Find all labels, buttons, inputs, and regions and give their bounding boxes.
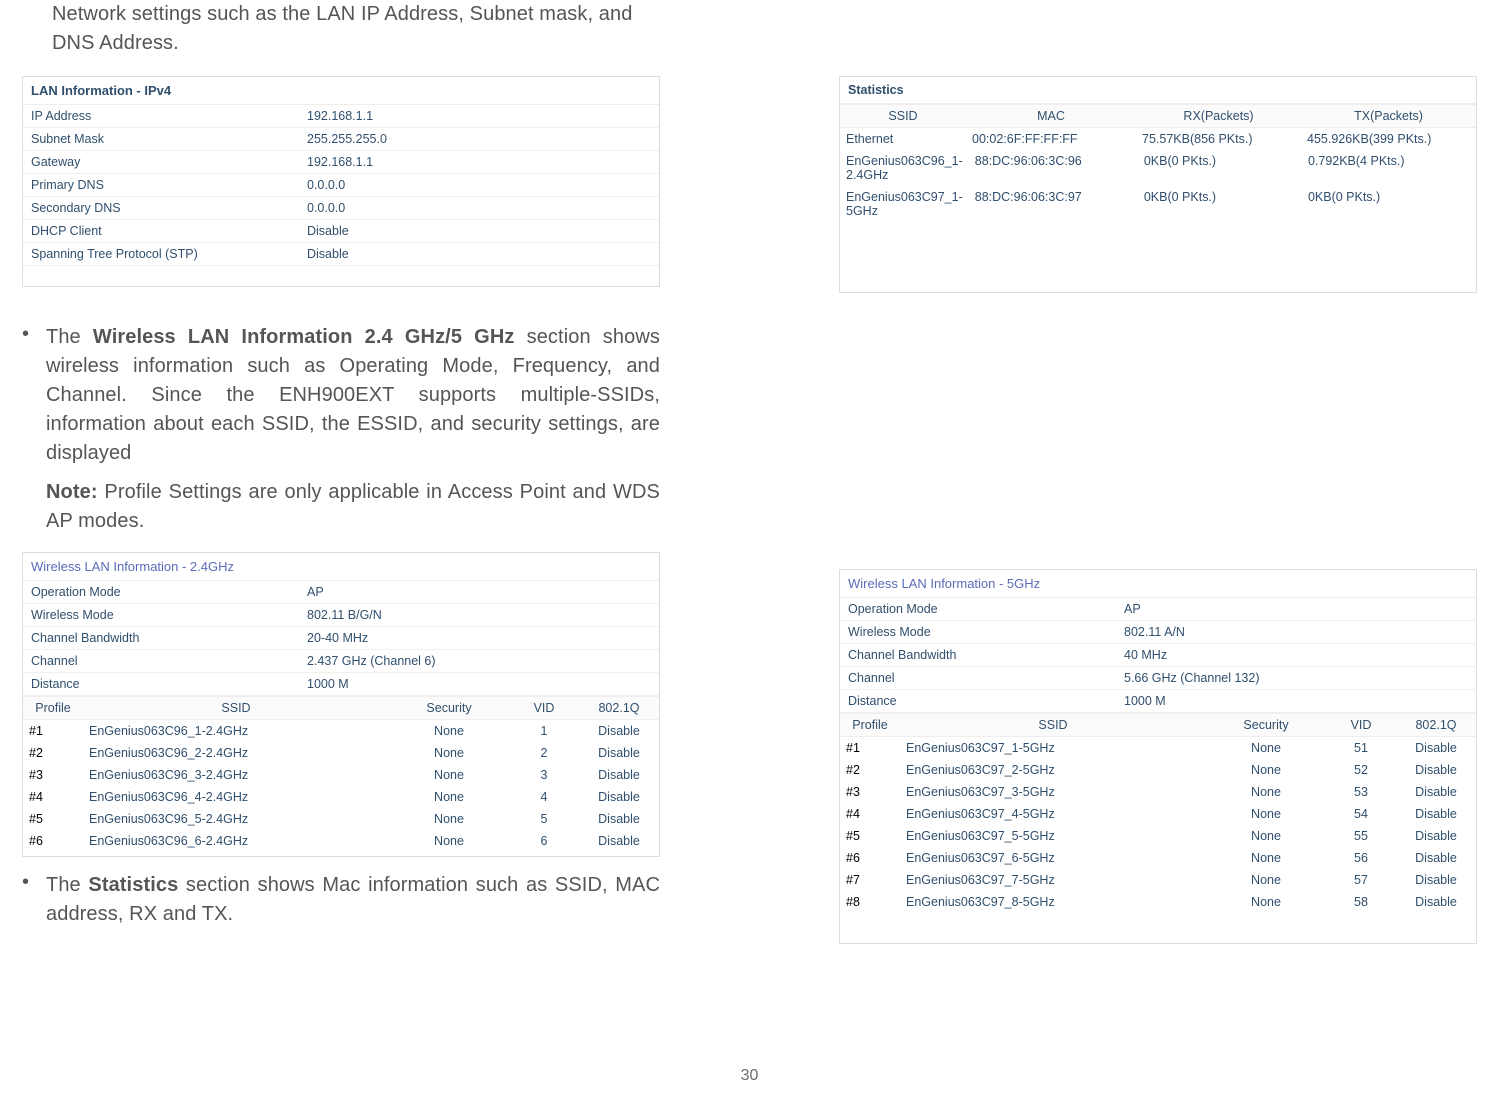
wlan5-profile-row: #5EnGenius063C97_5-5GHzNone55Disable — [840, 825, 1476, 847]
wlan5-profile-row: #2EnGenius063C97_2-5GHzNone52Disable — [840, 759, 1476, 781]
wlan24-kv-row: Distance1000 M — [23, 673, 659, 696]
wlan5-title: Wireless LAN Information - 5GHz — [840, 570, 1476, 598]
statistics-row: EnGenius063C97_1-5GHz88:DC:96:06:3C:970K… — [840, 186, 1476, 222]
wlan5-profile-row: #7EnGenius063C97_7-5GHzNone57Disable — [840, 869, 1476, 891]
wlan5-profile-row: #3EnGenius063C97_3-5GHzNone53Disable — [840, 781, 1476, 803]
intro-text: Network settings such as the LAN IP Addr… — [22, 0, 660, 58]
lan-row: IP Address192.168.1.1 — [23, 105, 659, 128]
statistics-header: SSID MAC RX(Packets) TX(Packets) — [840, 104, 1476, 128]
wlan5-profile-row: #6EnGenius063C97_6-5GHzNone56Disable — [840, 847, 1476, 869]
wlan24-panel: Wireless LAN Information - 2.4GHz Operat… — [22, 552, 660, 857]
lan-row: Spanning Tree Protocol (STP)Disable — [23, 243, 659, 266]
bullet-icon: • — [22, 323, 46, 536]
lan-row: Subnet Mask255.255.255.0 — [23, 128, 659, 151]
statistics-row: Ethernet00:02:6F:FF:FF:FF75.57KB(856 PKt… — [840, 128, 1476, 150]
lan-info-rows: IP Address192.168.1.1Subnet Mask255.255.… — [23, 105, 659, 266]
page-number: 30 — [0, 1067, 1499, 1085]
wlan-bullet-text: The Wireless LAN Information 2.4 GHz/5 G… — [46, 323, 660, 536]
bullet-icon: • — [22, 871, 46, 929]
wlan5-profile-row: #1EnGenius063C97_1-5GHzNone51Disable — [840, 737, 1476, 759]
wlan24-profile-row: #4EnGenius063C96_4-2.4GHzNone4Disable — [23, 786, 659, 808]
lan-row: Primary DNS0.0.0.0 — [23, 174, 659, 197]
wlan24-kv-row: Wireless Mode802.11 B/G/N — [23, 604, 659, 627]
stats-bullet-text: The Statistics section shows Mac informa… — [46, 871, 660, 929]
wlan24-profile-row: #6EnGenius063C96_6-2.4GHzNone6Disable — [23, 830, 659, 852]
wlan24-profile-row: #1EnGenius063C96_1-2.4GHzNone1Disable — [23, 720, 659, 742]
lan-row: DHCP ClientDisable — [23, 220, 659, 243]
wlan24-kv-row: Channel Bandwidth20-40 MHz — [23, 627, 659, 650]
wlan24-profile-row: #2EnGenius063C96_2-2.4GHzNone2Disable — [23, 742, 659, 764]
wlan5-panel: Wireless LAN Information - 5GHz Operatio… — [839, 569, 1477, 944]
statistics-row: EnGenius063C96_1-2.4GHz88:DC:96:06:3C:96… — [840, 150, 1476, 186]
wlan24-kv-row: Operation ModeAP — [23, 581, 659, 604]
wlan5-kv-row: Channel Bandwidth40 MHz — [840, 644, 1476, 667]
lan-row: Secondary DNS0.0.0.0 — [23, 197, 659, 220]
wlan5-kv-row: Wireless Mode802.11 A/N — [840, 621, 1476, 644]
wlan5-profile-row: #8EnGenius063C97_8-5GHzNone58Disable — [840, 891, 1476, 913]
wlan24-profile-row: #5EnGenius063C96_5-2.4GHzNone5Disable — [23, 808, 659, 830]
lan-info-title: LAN Information - IPv4 — [23, 77, 659, 105]
wlan5-header: Profile SSID Security VID 802.1Q — [840, 713, 1476, 737]
wlan24-header: Profile SSID Security VID 802.1Q — [23, 696, 659, 720]
lan-info-panel: LAN Information - IPv4 IP Address192.168… — [22, 76, 660, 287]
lan-row: Gateway192.168.1.1 — [23, 151, 659, 174]
wlan24-kv-row: Channel2.437 GHz (Channel 6) — [23, 650, 659, 673]
wlan24-title: Wireless LAN Information - 2.4GHz — [23, 553, 659, 581]
wlan5-profile-row: #4EnGenius063C97_4-5GHzNone54Disable — [840, 803, 1476, 825]
wlan5-kv-row: Distance1000 M — [840, 690, 1476, 713]
statistics-title: Statistics — [840, 77, 1476, 104]
wlan5-kv-row: Operation ModeAP — [840, 598, 1476, 621]
wlan24-profile-row: #3EnGenius063C96_3-2.4GHzNone3Disable — [23, 764, 659, 786]
wlan5-kv-row: Channel5.66 GHz (Channel 132) — [840, 667, 1476, 690]
statistics-panel: Statistics SSID MAC RX(Packets) TX(Packe… — [839, 76, 1477, 293]
